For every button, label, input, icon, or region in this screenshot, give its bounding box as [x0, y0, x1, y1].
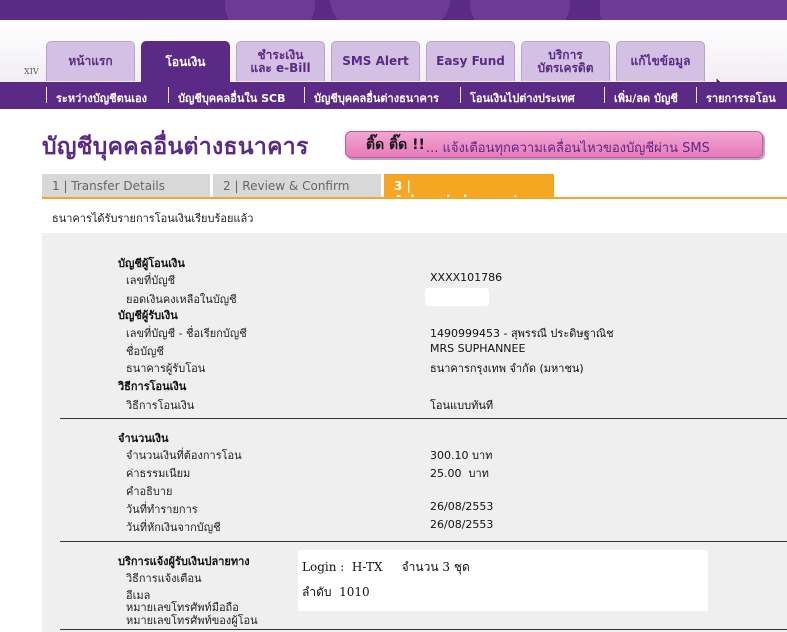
fee-value: 25.00 บาท — [430, 467, 489, 480]
banner-decoration — [225, 0, 315, 20]
tab-sms-alert[interactable]: SMS Alert — [331, 41, 420, 81]
info-line-order: ลำดับ 1010 — [302, 585, 370, 599]
sms-alert-banner[interactable]: ติ๊ด ติ๊ด !! ... แจ้งเตือนทุกความเคลื่อน… — [345, 131, 763, 158]
overlay-info-box: Login : H-TX จำนวน 3 ชุด ลำดับ 1010 — [298, 550, 708, 611]
sub-menu: ระหว่างบัญชีตนเอง บัญชีบุคคลอื่นใน SCB บ… — [0, 82, 787, 109]
transfer-amount-label: จำนวนเงินที่ต้องการโอน — [126, 449, 242, 462]
submenu-other-bank[interactable]: บัญชีบุคคลอื่นต่างธนาคาร — [314, 89, 439, 107]
receiving-bank-label: ธนาคารผู้รับโอน — [126, 362, 206, 375]
submenu-separator — [168, 87, 169, 103]
to-account-heading: บัญชีผู้รับเงิน — [118, 309, 178, 322]
submenu-add-remove-account[interactable]: เพิ่ม/ลด บัญชี — [614, 89, 678, 107]
submenu-pending[interactable]: รายการรอโอน — [706, 89, 776, 107]
top-banner — [0, 0, 787, 20]
sms-banner-text: ... แจ้งเตือนทุกความเคลื่อนไหวของบัญชีผ่… — [426, 141, 710, 156]
page-title: บัญชีบุคคลอื่นต่างธนาคาร — [42, 134, 309, 160]
section-divider — [60, 418, 787, 419]
tab-edit-profile[interactable]: แก้ไขข้อมูล — [616, 41, 705, 81]
tab-credit-card[interactable]: บริการ บัตรเครดิต — [521, 41, 610, 81]
banner-decoration — [470, 0, 570, 20]
debit-date-label: วันที่หักเงินจากบัญชี — [126, 521, 221, 534]
main-tab-strip: XIV หน้าแรก โอนเงิน ชำระเงิน และ e-Bill … — [0, 20, 787, 94]
to-account-label: เลขที่บัญชี - ชื่อเรียกบัญชี — [126, 327, 247, 340]
to-account-value: 1490999453 - สุพรรณี ประดิษฐาณิช — [430, 327, 614, 340]
sender-phone-label: หมายเลขโทรศัพท์ของผู้โอน — [126, 614, 258, 627]
steps-underline — [42, 197, 787, 199]
version-label: XIV — [24, 67, 39, 76]
notify-heading: บริการแจ้งผู้รับเงินปลายทาง — [118, 555, 250, 568]
amount-heading: จำนวนเงิน — [118, 432, 169, 445]
from-account-heading: บัญชีผู้โอนเงิน — [118, 257, 185, 270]
tab-home[interactable]: หน้าแรก — [46, 41, 135, 81]
sms-bubble-text: ติ๊ด ติ๊ด !! — [366, 137, 425, 153]
submenu-separator — [460, 87, 461, 103]
transaction-date-label: วันที่ทำรายการ — [126, 503, 198, 516]
banner-decoration — [600, 0, 787, 20]
step-acknowledgements: 3 | Acknowledgements — [384, 174, 554, 207]
section-divider — [60, 541, 787, 542]
submenu-own-accounts[interactable]: ระหว่างบัญชีตนเอง — [56, 89, 147, 107]
submenu-international[interactable]: โอนเงินไปต่างประเทศ — [470, 89, 575, 107]
tab-easy-fund[interactable]: Easy Fund — [426, 41, 515, 81]
success-message: ธนาคารได้รับรายการโอนเงินเรียบร้อยแล้ว — [52, 212, 254, 225]
from-account-no-value: XXXX101786 — [430, 271, 503, 284]
step-review-confirm: 2 | Review & Confirm — [213, 174, 381, 197]
notify-method-label: วิธีการแจ้งเตือน — [126, 572, 202, 585]
description-label: คำอธิบาย — [126, 485, 173, 498]
from-account-no-label: เลขที่บัญชี — [126, 274, 176, 287]
masked-balance — [425, 288, 489, 306]
transfer-method-heading: วิธีการโอนเงิน — [118, 380, 187, 393]
debit-date-value: 26/08/2553 — [430, 518, 494, 531]
section-divider — [60, 629, 787, 630]
progress-steps: 1 | Transfer Details 2 | Review & Confir… — [42, 174, 787, 207]
fee-label: ค่าธรรมเนียม — [126, 467, 191, 480]
receiving-bank-value: ธนาคารกรุงเทพ จำกัด (มหาชน) — [430, 362, 584, 375]
transfer-method-label: วิธีการโอนเงิน — [126, 399, 195, 412]
submenu-separator — [46, 87, 47, 103]
account-name-value: MRS SUPHANNEE — [430, 342, 526, 355]
transaction-date-value: 26/08/2553 — [430, 500, 494, 513]
submenu-separator — [304, 87, 305, 103]
submenu-separator — [696, 87, 697, 103]
step-transfer-details: 1 | Transfer Details — [42, 174, 210, 197]
tab-transfer[interactable]: โอนเงิน — [141, 41, 230, 82]
account-name-label: ชื่อบัญชี — [126, 345, 164, 358]
banner-decoration — [330, 0, 450, 20]
transfer-amount-value: 300.10 บาท — [430, 449, 493, 462]
submenu-separator — [604, 87, 605, 103]
transfer-method-value: โอนแบบทันที — [430, 399, 494, 412]
tab-payment-ebill[interactable]: ชำระเงิน และ e-Bill — [236, 41, 325, 81]
submenu-other-scb[interactable]: บัญชีบุคคลอื่นใน SCB — [178, 89, 286, 107]
info-line-login: Login : H-TX จำนวน 3 ชุด — [302, 560, 470, 574]
